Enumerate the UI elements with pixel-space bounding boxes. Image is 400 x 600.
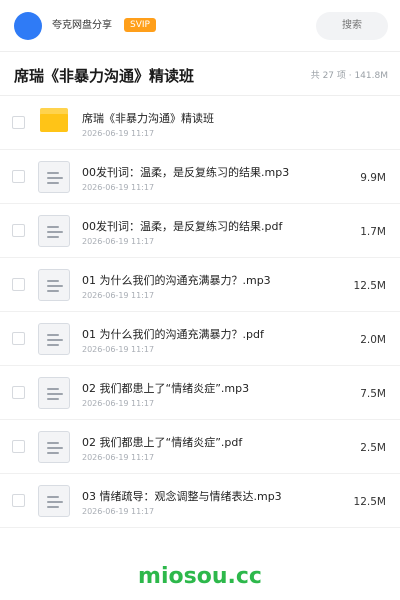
row-checkbox[interactable]	[12, 170, 25, 183]
watermark-text: miosou.cc	[138, 564, 262, 589]
file-date: 2026-06-19 11:17	[82, 399, 155, 408]
row-checkbox[interactable]	[12, 494, 25, 507]
document-icon	[38, 323, 70, 355]
file-date: 2026-06-19 11:17	[82, 453, 155, 462]
file-name: 01 为什么我们的沟通充满暴力？.pdf	[82, 328, 264, 341]
row-checkbox[interactable]	[12, 224, 25, 237]
document-icon	[38, 485, 70, 517]
file-row[interactable]: 00发刊词：温柔，是反复练习的结果.pdf 2026-06-19 11:17 1.7…	[0, 204, 400, 258]
file-date: 2026-06-19 11:17	[82, 507, 155, 516]
file-row[interactable]: 01 为什么我们的沟通充满暴力？.mp3 2026-06-19 11:17 12.5…	[0, 258, 400, 312]
file-date: 2026-06-19 11:17	[82, 345, 155, 354]
top-bar: 夸克网盘分享 SVIP	[0, 0, 400, 52]
file-size: 12.5M	[353, 280, 386, 292]
folder-header: 席瑞《非暴力沟通》精读班 共 27 项 · 141.8M	[0, 52, 400, 96]
file-date: 2026-06-19 11:17	[82, 183, 155, 192]
app-brand: 夸克网盘分享	[52, 20, 112, 31]
file-date: 2026-06-19 11:17	[82, 291, 155, 300]
file-date: 2026-06-19 11:17	[82, 237, 155, 246]
document-icon	[38, 377, 70, 409]
file-size: 9.9M	[360, 172, 386, 184]
file-size: 7.5M	[360, 388, 386, 400]
row-checkbox[interactable]	[12, 116, 25, 129]
file-row[interactable]: 02 我们都患上了“情绪炎症”.mp3 2026-06-19 11:17 7.5M	[0, 366, 400, 420]
document-icon	[38, 215, 70, 247]
folder-icon	[40, 108, 68, 132]
row-checkbox[interactable]	[12, 440, 25, 453]
file-size: 12.5M	[353, 496, 386, 508]
file-name: 00发刊词：温柔，是反复练习的结果.pdf	[82, 220, 283, 233]
file-name: 02 我们都患上了“情绪炎症”.mp3	[82, 382, 250, 395]
file-list: 席瑞《非暴力沟通》精读班 2026-06-19 11:17 00发刊词：温柔，是反复…	[0, 96, 400, 528]
file-name: 00发刊词：温柔，是反复练习的结果.mp3	[82, 166, 290, 179]
file-size: 2.0M	[360, 334, 386, 346]
document-icon	[38, 431, 70, 463]
folder-row[interactable]: 席瑞《非暴力沟通》精读班 2026-06-19 11:17	[0, 96, 400, 150]
svip-badge: SVIP	[124, 18, 156, 32]
file-row[interactable]: 03 情绪疏导：观念调整与情绪表达.mp3 2026-06-19 11:17 12.…	[0, 474, 400, 528]
row-checkbox[interactable]	[12, 386, 25, 399]
item-count-summary: 共 27 项 · 141.8M	[310, 71, 388, 81]
search-input[interactable]	[316, 12, 388, 40]
row-checkbox[interactable]	[12, 332, 25, 345]
file-row[interactable]: 02 我们都患上了“情绪炎症”.pdf 2026-06-19 11:17 2.5M	[0, 420, 400, 474]
file-size: 2.5M	[360, 442, 386, 454]
file-name: 席瑞《非暴力沟通》精读班	[82, 112, 214, 125]
row-checkbox[interactable]	[12, 278, 25, 291]
file-row[interactable]: 00发刊词：温柔，是反复练习的结果.mp3 2026-06-19 11:17 9.9…	[0, 150, 400, 204]
file-size: 1.7M	[360, 226, 386, 238]
file-row[interactable]: 01 为什么我们的沟通充满暴力？.pdf 2026-06-19 11:17 2.0M	[0, 312, 400, 366]
document-icon	[38, 269, 70, 301]
document-icon	[38, 161, 70, 193]
page-title: 席瑞《非暴力沟通》精读班	[14, 67, 195, 85]
file-name: 01 为什么我们的沟通充满暴力？.mp3	[82, 274, 271, 287]
file-name: 02 我们都患上了“情绪炎症”.pdf	[82, 436, 243, 449]
file-name: 03 情绪疏导：观念调整与情绪表达.mp3	[82, 490, 282, 503]
avatar[interactable]	[14, 12, 42, 40]
file-date: 2026-06-19 11:17	[82, 129, 155, 138]
